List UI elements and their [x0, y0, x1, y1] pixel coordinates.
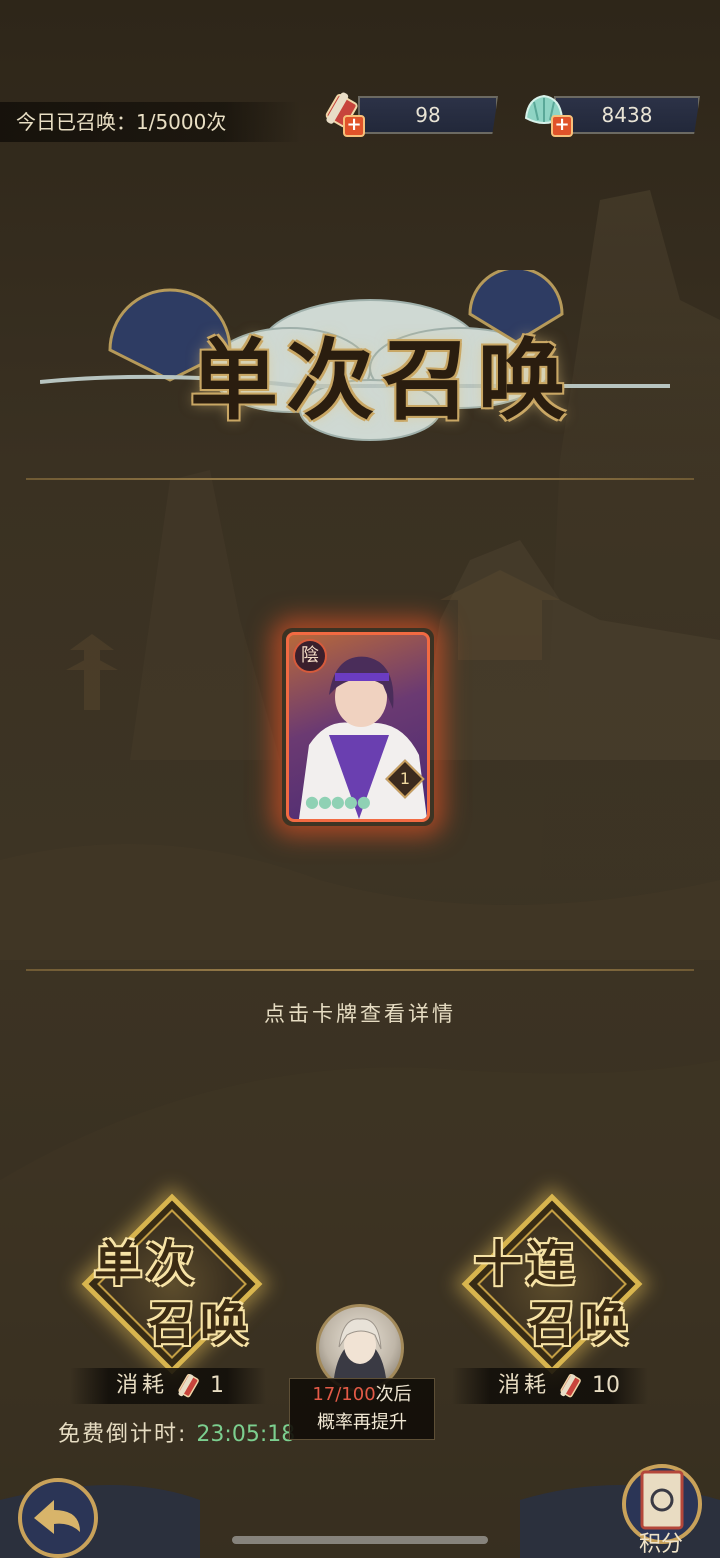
cost-label: 消耗 — [116, 1373, 169, 1398]
points-scroll-icon — [640, 1470, 684, 1530]
cost-value: 10 — [592, 1373, 620, 1398]
points-label: 积分 — [639, 1532, 684, 1557]
jade-currency-display: 8438 — [554, 96, 700, 134]
avatar-portrait — [333, 1318, 387, 1389]
ten-summon-cost: 消耗 10 — [452, 1368, 648, 1404]
title-banner: 单次召唤 — [40, 270, 680, 450]
add-jade-button[interactable]: + — [551, 115, 573, 137]
free-countdown-time: 23:05:18 — [196, 1422, 296, 1447]
page-title: 单次召唤 — [190, 328, 575, 432]
single-summon-cost: 消耗 1 — [70, 1368, 266, 1404]
divider-top — [26, 478, 694, 480]
card-detail-hint: 点击卡牌查看详情 — [264, 1002, 456, 1026]
scroll-icon — [178, 1373, 199, 1398]
single-summon-button[interactable]: 单次 召唤 — [72, 1184, 272, 1384]
scroll-currency-display: 98 — [358, 96, 498, 134]
cost-label: 消耗 — [498, 1373, 551, 1398]
pity-description: 概率再提升 — [317, 1412, 407, 1433]
scroll-icon — [560, 1373, 581, 1398]
single-summon-label-2: 召唤 — [148, 1296, 253, 1352]
card-stars: ●●●●● — [305, 792, 371, 811]
pity-count: 17/100 — [312, 1384, 376, 1405]
daily-summon-count: 今日已召唤：1/5000次 — [0, 102, 300, 142]
pity-progress-box: 17/100次后 概率再提升 — [289, 1378, 435, 1440]
cost-value: 1 — [210, 1373, 224, 1398]
summoned-character-card[interactable]: 陰 1 ●●●●● — [286, 632, 430, 822]
home-indicator[interactable] — [232, 1536, 488, 1544]
divider-bottom — [26, 969, 694, 971]
faction-badge: 陰 — [293, 639, 327, 673]
free-countdown: 免费倒计时: 23:05:18 — [58, 1416, 295, 1448]
free-countdown-label: 免费倒计时: — [58, 1422, 188, 1447]
ten-summon-button[interactable]: 十连 召唤 — [452, 1184, 652, 1384]
back-button[interactable] — [0, 1470, 120, 1558]
pity-suffix: 次后 — [375, 1384, 412, 1405]
card-level-value: 1 — [399, 769, 411, 788]
ten-summon-label-2: 召唤 — [528, 1296, 633, 1352]
add-scroll-button[interactable]: + — [343, 115, 365, 137]
